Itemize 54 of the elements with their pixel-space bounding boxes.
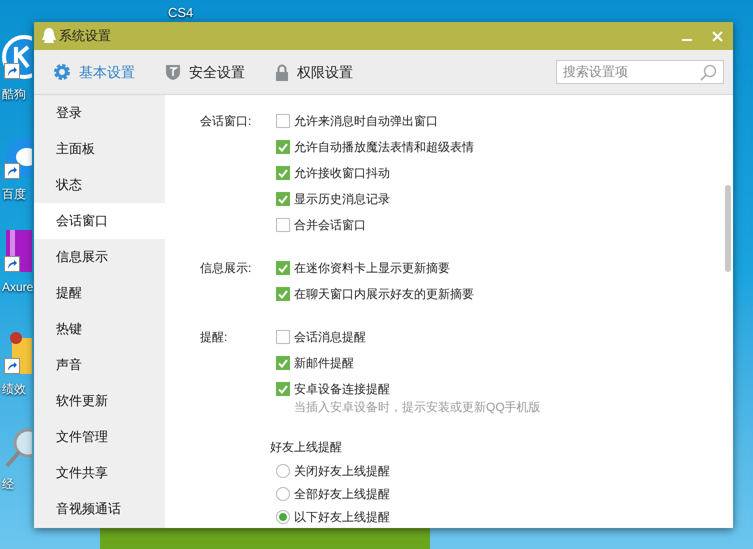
- option-label: 关闭好友上线提醒: [294, 462, 390, 480]
- checkbox[interactable]: [276, 166, 290, 180]
- checkbox[interactable]: [276, 140, 290, 154]
- icon-label: 百度: [2, 186, 27, 203]
- option-label: 显示历史消息记录: [294, 191, 390, 208]
- option-label: 全部好友上线提醒: [294, 486, 390, 502]
- radio-button[interactable]: [276, 486, 290, 500]
- section-label: 提醒:: [200, 329, 228, 346]
- settings-tab[interactable]: 权限设置: [275, 62, 353, 82]
- settings-tab[interactable]: 安全设置: [165, 62, 245, 82]
- option-label: 允许来消息时自动弹出窗口: [294, 113, 438, 130]
- option-label: 合并会话窗口: [294, 217, 366, 234]
- icon-label: 经: [2, 476, 15, 493]
- checkbox[interactable]: [276, 261, 290, 275]
- checkbox[interactable]: [276, 382, 290, 396]
- section-label: 会话窗口:: [200, 113, 252, 130]
- radio-button[interactable]: [276, 510, 290, 524]
- window-title: 系统设置: [59, 27, 111, 46]
- radio-button[interactable]: [276, 464, 290, 478]
- option-label: 在迷你资料卡上显示更新摘要: [294, 260, 450, 277]
- option-label: 在聊天窗口内展示好友的更新摘要: [294, 286, 474, 303]
- option-label: 新邮件提醒: [294, 355, 354, 372]
- checkbox[interactable]: [276, 287, 290, 301]
- hint-text: 当插入安卓设备时，提示安装或更新QQ手机版: [293, 399, 541, 416]
- settings-tab[interactable]: 基本设置: [53, 62, 135, 82]
- checkbox[interactable]: [276, 218, 290, 232]
- search-box[interactable]: 搜索设置项: [556, 60, 724, 84]
- subsection-title: 好友上线提醒: [270, 439, 343, 456]
- icon-label: Axure: [2, 279, 34, 296]
- checkbox[interactable]: [276, 330, 290, 344]
- checkbox[interactable]: [276, 192, 290, 206]
- lock-icon: [275, 64, 289, 80]
- option-label: 安卓设备连接提醒: [294, 381, 390, 398]
- icon-label: 绩效: [2, 381, 27, 398]
- checkbox[interactable]: [276, 114, 290, 128]
- gear-icon: [53, 63, 71, 81]
- option-label: 以下好友上线提醒: [294, 508, 390, 526]
- icon-label: CS4: [168, 4, 194, 22]
- icon-label: 酷狗: [2, 86, 27, 103]
- app-icon[interactable]: [2, 228, 32, 272]
- checkbox[interactable]: [276, 356, 290, 370]
- search-field[interactable]: 搜索设置项: [563, 62, 700, 82]
- scrollbar-thumb[interactable]: [725, 185, 731, 272]
- search-icon: [700, 64, 717, 80]
- app-icon[interactable]: [2, 35, 32, 79]
- close-icon: [712, 30, 722, 42]
- minimize-icon: [682, 39, 692, 41]
- option-label: 会话消息提醒: [294, 329, 366, 346]
- option-label: 允许接收窗口抖动: [294, 165, 390, 182]
- sidebar-item[interactable]: 会话窗口: [34, 203, 165, 239]
- penguin-icon: [42, 28, 56, 44]
- shield-icon: [165, 63, 181, 81]
- option-label: 允许自动播放魔法表情和超级表情: [294, 139, 474, 156]
- section-label: 信息展示:: [200, 260, 252, 277]
